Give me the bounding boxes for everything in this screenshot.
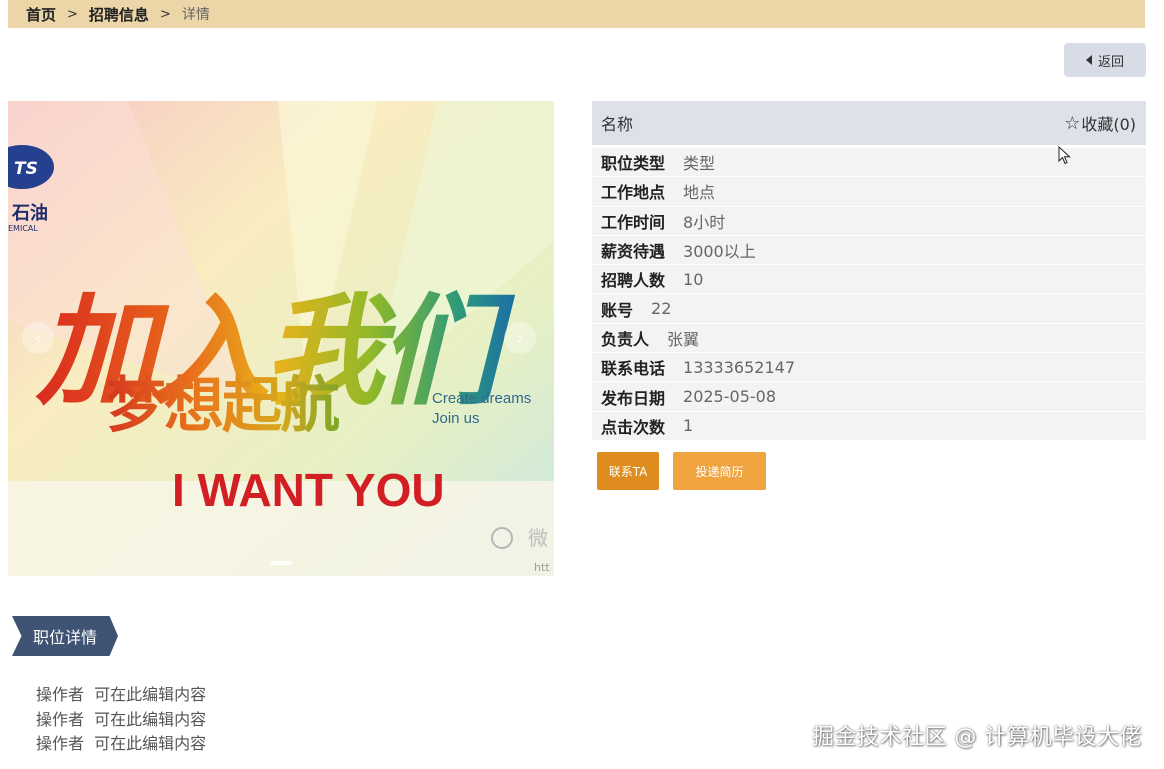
info-row: 联系电话 13333652147 <box>592 353 1146 383</box>
logo-text: 石油 <box>11 202 48 224</box>
info-row-label: 账号 <box>601 300 634 320</box>
banner-watermark-glyph: 微 <box>528 526 548 550</box>
job-name: 名称 <box>601 115 634 134</box>
info-row: 账号 22 <box>592 294 1146 324</box>
detail-line: 操作者 可在此编辑内容 <box>36 685 207 704</box>
submit-resume-button[interactable]: 投递简历 <box>673 452 766 490</box>
star-outline-icon: ☆ <box>1064 112 1081 134</box>
info-row-label: 薪资待遇 <box>601 242 666 262</box>
breadcrumb-recruitment-link[interactable]: 招聘信息 <box>89 4 149 25</box>
carousel-prev-button[interactable]: ‹ <box>22 322 54 354</box>
info-row-label: 负责人 <box>601 329 650 349</box>
section-tag-job-details: 职位详情 <box>12 616 118 656</box>
job-detail-page: 首页 > 招聘信息 > 详情 返回 TS 石油 EMICAL 加入我们 梦想起航… <box>0 0 1164 769</box>
info-row-label: 点击次数 <box>601 417 666 437</box>
info-row-value: 张翼 <box>667 329 700 349</box>
detail-line: 操作者 可在此编辑内容 <box>36 709 207 729</box>
banner-english-line1: Create dreams <box>432 390 531 407</box>
banner-big-text: I WANT YOU <box>172 464 445 516</box>
breadcrumb-separator: > <box>67 6 78 22</box>
breadcrumb-current: 详情 <box>181 7 210 23</box>
banner-subline: 梦想起航 <box>106 371 340 441</box>
banner-corner-text: htt <box>534 561 550 574</box>
info-row-value: 类型 <box>683 154 716 174</box>
mouse-cursor-icon <box>1058 146 1071 165</box>
job-info-list: 职位类型 类型 工作地点 地点 工作时间 8小时 薪资待遇 3000以上 招聘人数 10 账号 22 负… <box>592 148 1146 441</box>
info-row: 发布日期 2025-05-08 <box>592 382 1146 412</box>
carousel-indicator[interactable] <box>270 561 292 565</box>
carousel-next-button[interactable]: › <box>504 322 536 354</box>
info-row-label: 招聘人数 <box>601 271 666 291</box>
info-row: 点击次数 1 <box>592 412 1146 441</box>
info-row-value: 22 <box>651 299 672 319</box>
banner-artwork: TS 石油 EMICAL 加入我们 梦想起航 Create dreams Joi… <box>8 101 554 576</box>
info-row: 招聘人数 10 <box>592 265 1146 295</box>
back-button[interactable]: 返回 <box>1064 43 1146 77</box>
info-row-value: 10 <box>683 269 704 289</box>
info-row-label: 发布日期 <box>601 388 666 408</box>
info-row-value: 1 <box>683 416 694 436</box>
logo-subtext: EMICAL <box>8 224 38 233</box>
info-row-label: 工作时间 <box>601 212 666 232</box>
breadcrumb: 首页 > 招聘信息 > 详情 <box>8 0 1145 28</box>
info-row-label: 职位类型 <box>601 154 666 174</box>
info-row-value: 3000以上 <box>683 242 756 262</box>
detail-line: 操作者 可在此编辑内容 <box>36 734 207 753</box>
caret-left-icon <box>1085 55 1092 65</box>
info-row-label: 联系电话 <box>601 359 666 379</box>
favorite-button[interactable]: ☆ 收藏(0) <box>1064 111 1136 135</box>
info-row-label: 工作地点 <box>601 183 666 203</box>
job-details-content: 操作者 可在此编辑内容 操作者 可在此编辑内容 操作者 可在此编辑内容 <box>36 683 206 757</box>
job-title-bar: 名称 ☆ 收藏(0) <box>592 101 1146 145</box>
info-row-value: 8小时 <box>683 212 726 232</box>
watermark-text: 掘金技术社区 @ 计算机毕设大佬 <box>812 725 1142 750</box>
chevron-left-icon: ‹ <box>34 327 42 349</box>
contact-button[interactable]: 联系TA <box>597 452 659 490</box>
info-row: 工作地点 地点 <box>592 177 1146 207</box>
job-banner-image: TS 石油 EMICAL 加入我们 梦想起航 Create dreams Joi… <box>8 101 554 576</box>
banner-english-line2: Join us <box>432 410 480 427</box>
info-row-value: 13333652147 <box>683 357 795 377</box>
favorite-label: 收藏(0) <box>1081 115 1136 134</box>
info-row: 工作时间 8小时 <box>592 207 1146 236</box>
chevron-right-icon: › <box>516 327 524 349</box>
info-row: 负责人 张翼 <box>592 324 1146 354</box>
info-row: 薪资待遇 3000以上 <box>592 236 1146 266</box>
breadcrumb-home-link[interactable]: 首页 <box>26 4 56 25</box>
info-row-value: 地点 <box>683 183 716 203</box>
breadcrumb-separator: > <box>159 6 171 22</box>
svg-text:TS: TS <box>14 159 38 179</box>
info-row-value: 2025-05-08 <box>683 387 776 407</box>
back-button-label: 返回 <box>1097 54 1124 70</box>
